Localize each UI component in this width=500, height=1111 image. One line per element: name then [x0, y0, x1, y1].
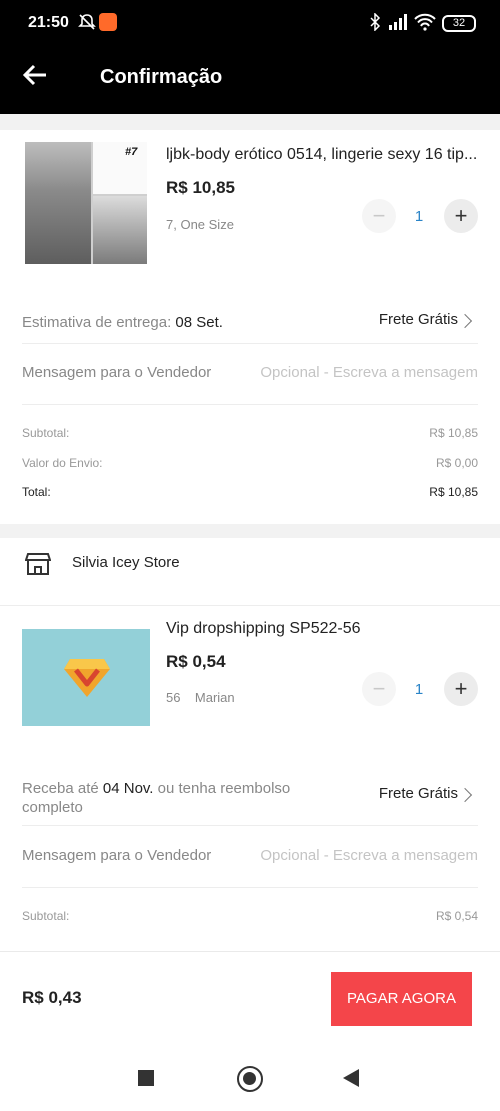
divider — [0, 605, 500, 606]
message-label: Mensagem para o Vendedor — [22, 364, 212, 381]
checkout-content[interactable]: #7 ljbk-body erótico 0514, lingerie sexy… — [0, 114, 500, 951]
product-price: R$ 0,54 — [166, 652, 226, 671]
qty-decrease-button[interactable]: − — [362, 672, 396, 706]
delivery-estimate: Estimativa de entrega: 08 Set. — [22, 314, 223, 331]
image-tag: #7 — [125, 146, 138, 158]
message-label: Mensagem para o Vendedor — [22, 847, 212, 864]
product-image[interactable]: #7 — [25, 142, 147, 264]
pay-now-button[interactable]: PAGAR AGORA — [331, 972, 472, 1026]
product-variant: 7, One Size — [166, 217, 234, 232]
qty-decrease-button[interactable]: − — [362, 199, 396, 233]
shipping-option[interactable]: Frete Grátis — [379, 311, 458, 328]
qty-increase-button[interactable]: + — [444, 672, 478, 706]
message-input[interactable]: Opcional - Escreva a mensagem — [260, 364, 478, 381]
product-name[interactable]: Vip dropshipping SP522-56 — [166, 620, 480, 638]
delivery-date: 04 Nov. — [102, 780, 154, 797]
home-icon[interactable] — [237, 1066, 263, 1092]
delivery-suffix: ou tenha reembolso — [153, 780, 291, 797]
product-name[interactable]: ljbk-body erótico 0514, lingerie sexy 16… — [166, 146, 480, 164]
wifi-icon — [414, 13, 436, 36]
product-variant: 56 Marian — [166, 690, 235, 705]
vip-gem-icon — [64, 659, 110, 697]
order-total: R$ 0,43 — [22, 988, 82, 1007]
qty-value: 1 — [414, 208, 424, 225]
chevron-right-icon[interactable] — [457, 787, 473, 803]
status-time: 21:50 — [28, 14, 69, 31]
delivery-suffix-2: completo — [22, 799, 83, 816]
total-label: Total: — [22, 485, 51, 499]
chevron-right-icon[interactable] — [457, 313, 473, 329]
shipping-fee-value: R$ 0,00 — [435, 456, 478, 470]
app-notification-icon — [99, 13, 117, 31]
arrow-left-icon[interactable] — [22, 62, 48, 94]
bluetooth-icon — [368, 12, 382, 36]
divider — [22, 825, 478, 826]
order-card-2: Silvia Icey Store Vip dropshipping SP522… — [0, 538, 500, 951]
subtotal-value: R$ 0,54 — [435, 909, 478, 923]
recent-apps-icon[interactable] — [138, 1070, 154, 1086]
shipping-fee-label: Valor do Envio: — [22, 456, 103, 470]
product-price: R$ 10,85 — [166, 178, 235, 197]
store-name[interactable]: Silvia Icey Store — [72, 554, 180, 571]
app-header: Confirmação — [0, 48, 500, 114]
divider — [22, 343, 478, 344]
total-value: R$ 10,85 — [429, 485, 478, 499]
message-input[interactable]: Opcional - Escreva a mensagem — [260, 847, 478, 864]
divider — [22, 887, 478, 888]
checkout-bar: R$ 0,43 PAGAR AGORA — [0, 951, 500, 1046]
store-icon — [24, 551, 52, 577]
product-image[interactable] — [22, 629, 150, 726]
shipping-option[interactable]: Frete Grátis — [379, 785, 458, 802]
subtotal-label: Subtotal: — [22, 426, 70, 440]
divider — [22, 404, 478, 405]
qty-increase-button[interactable]: + — [444, 199, 478, 233]
order-card-1: #7 ljbk-body erótico 0514, lingerie sexy… — [0, 130, 500, 524]
page-title: Confirmação — [100, 66, 223, 88]
delivery-prefix: Receba até — [22, 780, 103, 797]
system-nav-bar — [0, 1046, 500, 1111]
back-triangle-icon[interactable] — [343, 1069, 359, 1087]
delivery-date: 08 Set. — [175, 314, 223, 331]
subtotal-value: R$ 10,85 — [429, 426, 478, 440]
qty-value: 1 — [414, 681, 424, 698]
mute-bell-icon — [78, 13, 96, 36]
signal-icon — [388, 13, 410, 36]
status-bar: 21:50 32 — [0, 0, 500, 48]
delivery-label: Estimativa de entrega: — [22, 314, 176, 331]
battery-icon: 32 — [442, 15, 476, 32]
delivery-guarantee: Receba até 04 Nov. ou tenha reembolso co… — [22, 779, 322, 817]
subtotal-label: Subtotal: — [22, 909, 70, 923]
